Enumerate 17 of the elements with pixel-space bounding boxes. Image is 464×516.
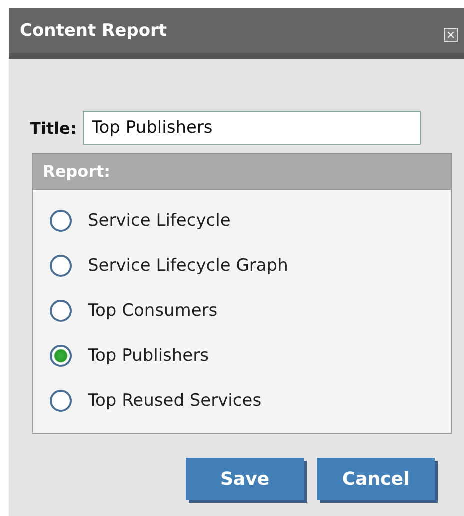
- radio-button[interactable]: [50, 300, 72, 322]
- title-label: Title:: [30, 118, 77, 138]
- radio-button[interactable]: [50, 210, 72, 232]
- option-label[interactable]: Service Lifecycle Graph: [88, 256, 288, 276]
- option-label[interactable]: Service Lifecycle: [88, 210, 231, 230]
- close-icon[interactable]: [444, 28, 458, 42]
- option-label[interactable]: Top Consumers: [88, 300, 218, 320]
- radio-button[interactable]: [50, 254, 72, 276]
- radio-button[interactable]: [50, 344, 72, 366]
- title-field[interactable]: Top Publishers: [82, 111, 421, 145]
- cancel-button[interactable]: Cancel: [317, 458, 435, 500]
- option-label[interactable]: Top Publishers: [88, 346, 209, 366]
- save-button[interactable]: Save: [186, 458, 304, 500]
- report-heading: Report:: [33, 154, 451, 190]
- option-label[interactable]: Top Reused Services: [88, 390, 262, 410]
- window-title: Content Report: [20, 20, 168, 40]
- radio-button[interactable]: [50, 390, 72, 412]
